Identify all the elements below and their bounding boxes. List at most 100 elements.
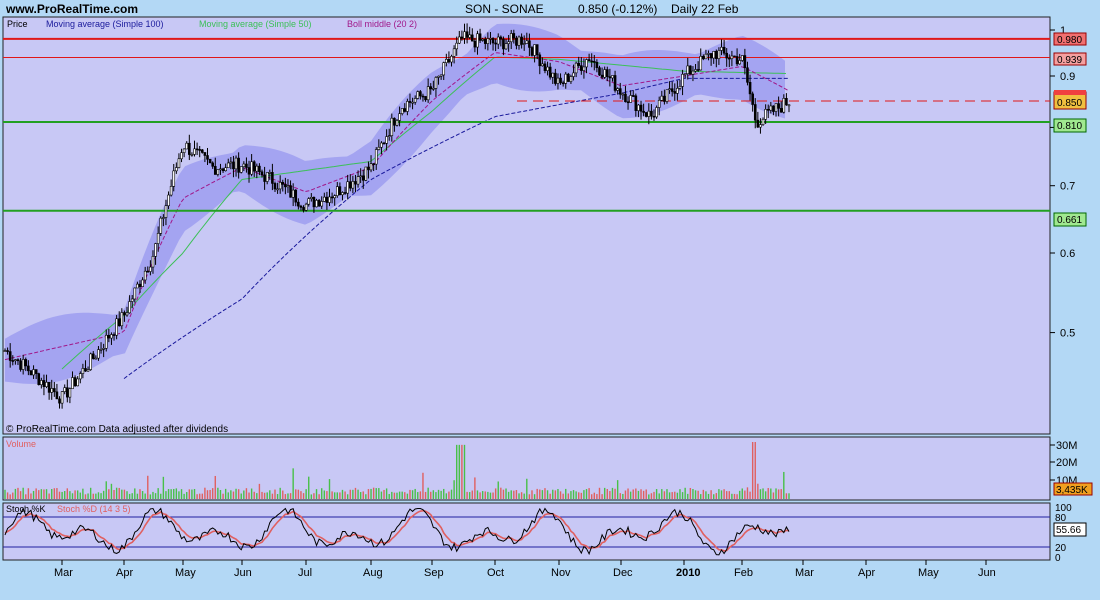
candle-body <box>715 51 718 59</box>
candle-body <box>450 56 453 63</box>
volume-bar <box>56 488 58 499</box>
candle-body <box>364 166 368 181</box>
candle-body <box>439 74 443 77</box>
volume-bar <box>74 490 76 499</box>
volume-bar <box>263 492 266 499</box>
candle-body <box>123 312 126 316</box>
candle-body <box>629 95 632 103</box>
volume-bar <box>121 489 123 499</box>
volume-bar <box>173 488 175 499</box>
candle-body <box>117 318 121 327</box>
volume-bar <box>258 483 261 499</box>
volume-bar <box>308 476 310 499</box>
candle-body <box>361 175 365 181</box>
volume-bar <box>715 493 718 499</box>
volume-bar <box>668 492 671 499</box>
volume-bar <box>321 488 323 499</box>
candle-body <box>432 88 435 90</box>
volume-bar <box>674 491 676 499</box>
volume-bar <box>196 494 198 499</box>
volume-bar <box>562 493 564 499</box>
volume-bar <box>507 491 510 499</box>
candle-body <box>437 75 440 78</box>
volume-bar <box>292 468 294 499</box>
legend-boll: Boll middle (20 2) <box>347 19 417 29</box>
volume-bar <box>30 493 32 499</box>
volume-bar <box>352 489 354 499</box>
volume-bar <box>144 493 146 499</box>
volume-bar <box>180 489 183 499</box>
candle-body <box>138 283 142 287</box>
x-tick-label: Nov <box>551 567 571 579</box>
volume-bar <box>476 490 479 499</box>
candle-body <box>32 369 35 376</box>
volume-bar <box>520 492 523 499</box>
volume-bar <box>69 491 71 499</box>
volume-bar <box>598 487 601 499</box>
volume-bar <box>468 492 471 499</box>
candle-body <box>717 50 721 59</box>
volume-bar <box>346 494 349 499</box>
candle-body <box>411 101 414 104</box>
volume-bar <box>266 492 268 499</box>
candle-body <box>670 88 674 92</box>
volume-bar <box>757 483 759 499</box>
candle-body <box>146 270 150 273</box>
candle-body <box>528 40 531 48</box>
candle-body <box>605 69 609 77</box>
candle-body <box>94 357 98 360</box>
candle-body <box>473 40 477 48</box>
candle-body <box>478 33 482 41</box>
volume-bar <box>237 489 240 499</box>
volume-bar <box>611 487 614 499</box>
x-tick-label: Mar <box>795 567 814 579</box>
volume-bar <box>375 488 377 499</box>
candle-body <box>647 110 651 117</box>
candle-body <box>203 152 207 156</box>
volume-bar <box>448 491 450 499</box>
volume-bar <box>9 494 11 499</box>
volume-bar <box>679 489 681 499</box>
candle-body <box>559 77 562 84</box>
candle-body <box>652 115 656 118</box>
candle-body <box>556 77 560 84</box>
candle-body <box>761 118 765 125</box>
volume-bar <box>523 493 525 499</box>
candle-body <box>385 136 388 144</box>
x-tick-label: Jul <box>298 567 312 579</box>
volume-bar <box>305 489 307 499</box>
volume-bar <box>583 490 585 499</box>
volume-bar <box>497 481 499 499</box>
volume-bar <box>136 493 139 499</box>
volume-bar <box>302 493 305 499</box>
volume-bar <box>199 493 201 499</box>
volume-bar <box>697 490 699 499</box>
volume-bar <box>570 491 572 499</box>
candle-body <box>421 95 425 98</box>
volume-bar <box>222 493 224 499</box>
candle-body <box>190 154 194 156</box>
candle-body <box>655 107 658 118</box>
site-title[interactable]: www.ProRealTime.com <box>5 2 138 16</box>
candle-body <box>335 186 339 196</box>
candle-body <box>177 158 181 168</box>
volume-bar <box>365 494 367 499</box>
volume-bar <box>443 488 445 499</box>
volume-bar <box>526 478 528 499</box>
volume-bar <box>406 493 409 499</box>
volume-bar <box>40 489 43 499</box>
candle-body <box>678 86 682 89</box>
candle-body <box>27 365 30 372</box>
candle-body <box>110 334 113 339</box>
volume-bar <box>95 493 97 499</box>
x-tick-label: Sep <box>424 567 444 579</box>
candle-body <box>525 40 529 44</box>
volume-bar <box>513 490 515 499</box>
candle-body <box>569 76 573 82</box>
candle-body <box>730 55 734 59</box>
volume-bar <box>19 491 22 499</box>
volume-bar <box>609 491 611 499</box>
volume-bar <box>733 493 736 499</box>
volume-bar <box>567 493 570 499</box>
volume-bar <box>411 490 414 499</box>
